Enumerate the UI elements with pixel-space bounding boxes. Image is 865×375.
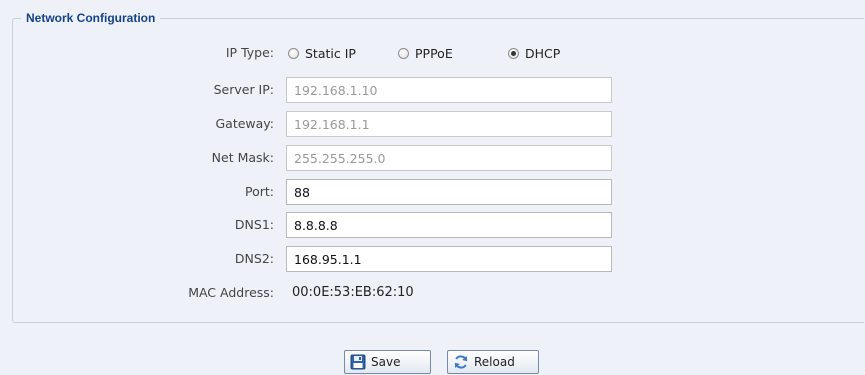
net-mask-row: Net Mask:	[0, 145, 865, 171]
port-label: Port:	[245, 184, 274, 199]
ip-type-row: IP Type: Static IP PPPoE DHCP	[0, 40, 865, 66]
dns2-input[interactable]	[286, 246, 612, 272]
ip-type-label: IP Type:	[225, 45, 274, 60]
network-config-page: Network Configuration IP Type: Static IP…	[0, 0, 865, 375]
mac-address-label: MAC Address:	[188, 285, 274, 300]
mac-address-value: 00:0E:53:EB:62:10	[292, 285, 414, 300]
reload-button[interactable]: Reload	[447, 350, 539, 374]
dns1-row: DNS1:	[0, 212, 865, 238]
refresh-icon	[453, 354, 469, 370]
save-button-label: Save	[371, 355, 401, 369]
server-ip-row: Server IP:	[0, 77, 865, 103]
dns1-input[interactable]	[286, 212, 612, 238]
radio-dhcp-label: DHCP	[525, 45, 561, 61]
server-ip-label: Server IP:	[213, 82, 274, 97]
port-row: Port:	[0, 179, 865, 205]
dns2-row: DNS2:	[0, 246, 865, 272]
dns1-label: DNS1:	[234, 217, 274, 232]
radio-pppoe[interactable]: PPPoE	[398, 40, 453, 66]
mac-address-row: MAC Address: 00:0E:53:EB:62:10	[0, 280, 865, 306]
reload-button-label: Reload	[474, 355, 515, 369]
port-input[interactable]	[286, 179, 612, 205]
gateway-input[interactable]	[286, 111, 612, 137]
floppy-disk-icon	[350, 354, 366, 370]
radio-static-ip-label: Static IP	[305, 45, 356, 61]
gateway-label: Gateway:	[215, 116, 274, 131]
radio-pppoe-circle[interactable]	[398, 47, 409, 59]
save-button[interactable]: Save	[344, 350, 431, 374]
radio-pppoe-label: PPPoE	[415, 45, 453, 61]
net-mask-input[interactable]	[286, 145, 612, 171]
section-title: Network Configuration	[21, 10, 161, 26]
radio-dhcp-circle[interactable]	[508, 47, 519, 59]
radio-dhcp[interactable]: DHCP	[508, 40, 560, 66]
gateway-row: Gateway:	[0, 111, 865, 137]
dns2-label: DNS2:	[234, 251, 274, 266]
net-mask-label: Net Mask:	[211, 150, 274, 165]
server-ip-input[interactable]	[286, 77, 612, 103]
radio-static-ip-circle[interactable]	[288, 47, 299, 59]
radio-static-ip[interactable]: Static IP	[288, 40, 356, 66]
